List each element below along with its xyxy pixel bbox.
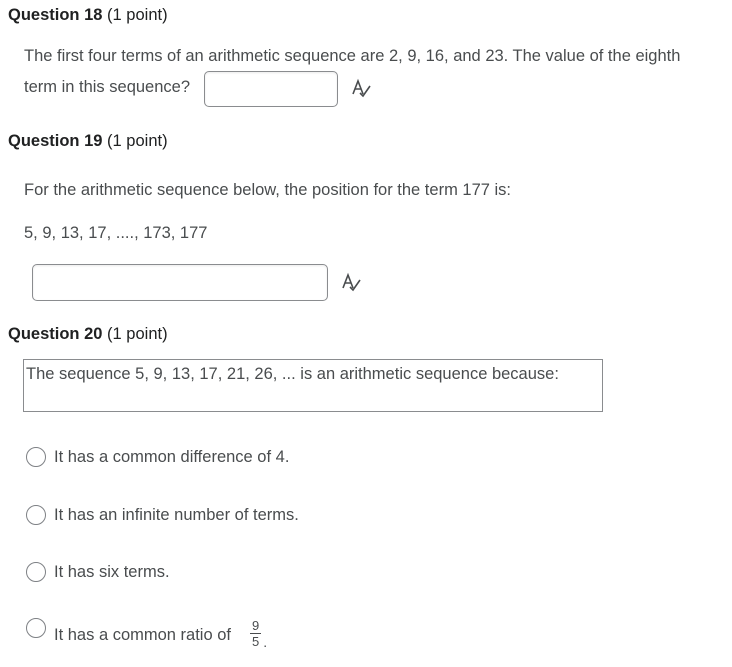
question-19-points: (1 point) — [107, 132, 168, 150]
spellcheck-icon[interactable] — [340, 272, 362, 294]
fraction-denominator: 5 — [252, 633, 260, 649]
fraction-suffix: . — [263, 634, 268, 650]
question-19-sequence: 5, 9, 13, 17, ...., 173, 177 — [24, 224, 208, 242]
question-18-answer-input[interactable] — [204, 71, 338, 107]
question-20-number: Question 20 — [8, 325, 103, 343]
question-18-points: (1 point) — [107, 6, 168, 24]
option-common-ratio[interactable]: It has a common ratio of 9 5 . — [26, 614, 326, 654]
radio-icon[interactable] — [26, 618, 46, 638]
question-20-points: (1 point) — [107, 325, 168, 343]
question-18-title: Question 18 (1 point) — [8, 6, 168, 25]
question-20-prompt-box: The sequence 5, 9, 13, 17, 21, 26, ... i… — [23, 359, 603, 412]
radio-icon[interactable] — [26, 505, 46, 525]
radio-icon[interactable] — [26, 562, 46, 582]
question-19-prompt: For the arithmetic sequence below, the p… — [24, 181, 512, 199]
fraction-numerator: 9 — [250, 617, 262, 634]
option-common-difference[interactable]: It has a common difference of 4. — [26, 447, 289, 467]
option-label: It has a common ratio of — [54, 626, 231, 644]
option-label: It has a common difference of 4. — [54, 447, 290, 466]
question-18-number: Question 18 — [8, 6, 103, 24]
question-19-number: Question 19 — [8, 132, 103, 150]
spellcheck-icon[interactable] — [350, 78, 372, 100]
question-19-title: Question 19 (1 point) — [8, 132, 168, 151]
question-18-text-line2: term in this sequence? — [24, 78, 191, 96]
fraction: 9 5 . — [248, 616, 267, 650]
question-20-title: Question 20 (1 point) — [8, 325, 168, 344]
radio-icon[interactable] — [26, 447, 46, 467]
option-label: It has an infinite number of terms. — [54, 505, 299, 524]
question-18-text-line1: The first four terms of an arithmetic se… — [24, 47, 681, 65]
option-infinite-terms[interactable]: It has an infinite number of terms. — [26, 505, 299, 525]
question-20-prompt: The sequence 5, 9, 13, 17, 21, 26, ... i… — [26, 365, 559, 383]
question-19-answer-input[interactable] — [32, 264, 328, 301]
option-six-terms[interactable]: It has six terms. — [26, 562, 170, 582]
option-label: It has six terms. — [54, 562, 170, 581]
